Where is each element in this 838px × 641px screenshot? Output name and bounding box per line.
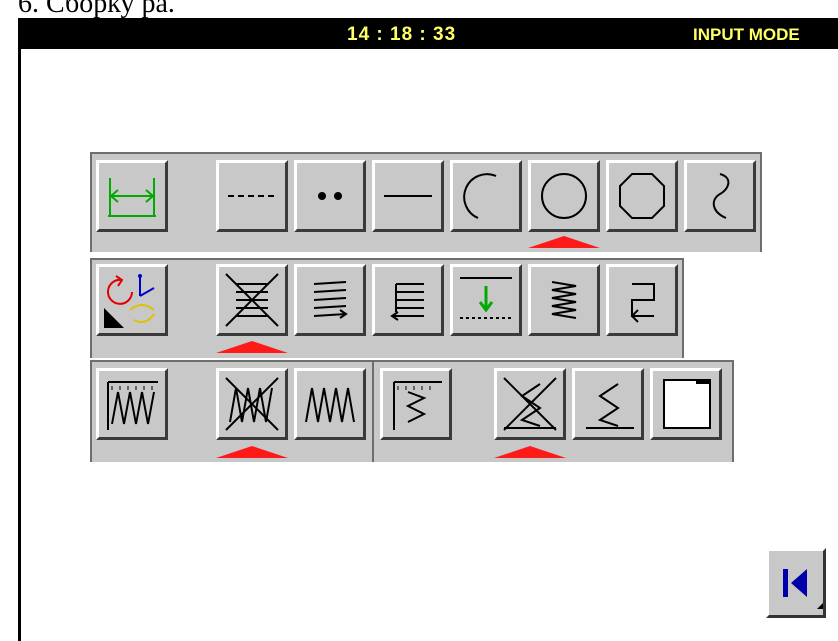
curve-button[interactable] [684, 160, 756, 232]
page-caption: 6. Сборку ра. [18, 0, 175, 19]
zigzag-fill-button[interactable] [528, 264, 600, 336]
blank-square-button[interactable] [650, 368, 722, 440]
circle-icon [541, 173, 587, 219]
zigzag-ruler-button[interactable] [380, 368, 452, 440]
point-dots-icon [318, 192, 342, 200]
blank-square-icon [663, 379, 711, 429]
curve-icon [712, 173, 730, 219]
skip-back-icon [783, 569, 823, 609]
crossed-fill-icon [225, 273, 279, 327]
zigzag-scale-button[interactable] [96, 368, 168, 440]
rotate-move-icon [104, 274, 155, 328]
drop-down-icon [460, 277, 512, 319]
crossed-fill-button[interactable] [216, 264, 288, 336]
straight-line-button[interactable] [372, 160, 444, 232]
reverse-fill-button[interactable] [372, 264, 444, 336]
straight-line-icon [384, 195, 432, 197]
dashed-line-button[interactable] [216, 160, 288, 232]
selection-marker [216, 341, 288, 353]
mode-indicator: INPUT MODE [693, 25, 800, 44]
rotate-move-button[interactable] [96, 264, 168, 336]
forward-fill-icon [313, 281, 348, 319]
reverse-fill-icon [390, 283, 424, 321]
zigzag-scale-icon [107, 381, 158, 430]
length-measure-icon [108, 178, 156, 217]
arc-button[interactable] [450, 160, 522, 232]
zigzag-single-icon [586, 383, 634, 429]
zigzag-fill-icon [551, 281, 577, 319]
zigzag-ruler-icon [393, 381, 442, 430]
drop-down-button[interactable] [450, 264, 522, 336]
selection-marker [494, 446, 566, 458]
zigzag-off-icon [225, 377, 279, 431]
zigzag-off-button[interactable] [216, 368, 288, 440]
octagon-icon [619, 173, 665, 219]
octagon-button[interactable] [606, 160, 678, 232]
zigzag-cross-button[interactable] [494, 368, 566, 440]
dashed-line-icon [228, 195, 276, 197]
selection-marker [528, 236, 600, 248]
length-measure-button[interactable] [96, 160, 168, 232]
forward-fill-button[interactable] [294, 264, 366, 336]
point-dots-button[interactable] [294, 160, 366, 232]
zigzag-cross-icon [503, 377, 557, 431]
zigzag-single-button[interactable] [572, 368, 644, 440]
loop-back-icon [630, 283, 655, 323]
zigzag-on-button[interactable] [294, 368, 366, 440]
status-bar: 14 : 18 : 33 INPUT MODE [21, 21, 838, 49]
arc-icon [463, 173, 497, 219]
selection-marker [216, 446, 288, 458]
clock-display: 14 : 18 : 33 [347, 24, 457, 45]
back-button[interactable] [766, 548, 826, 618]
zigzag-on-icon [305, 387, 355, 423]
loop-back-button[interactable] [606, 264, 678, 336]
circle-button[interactable] [528, 160, 600, 232]
